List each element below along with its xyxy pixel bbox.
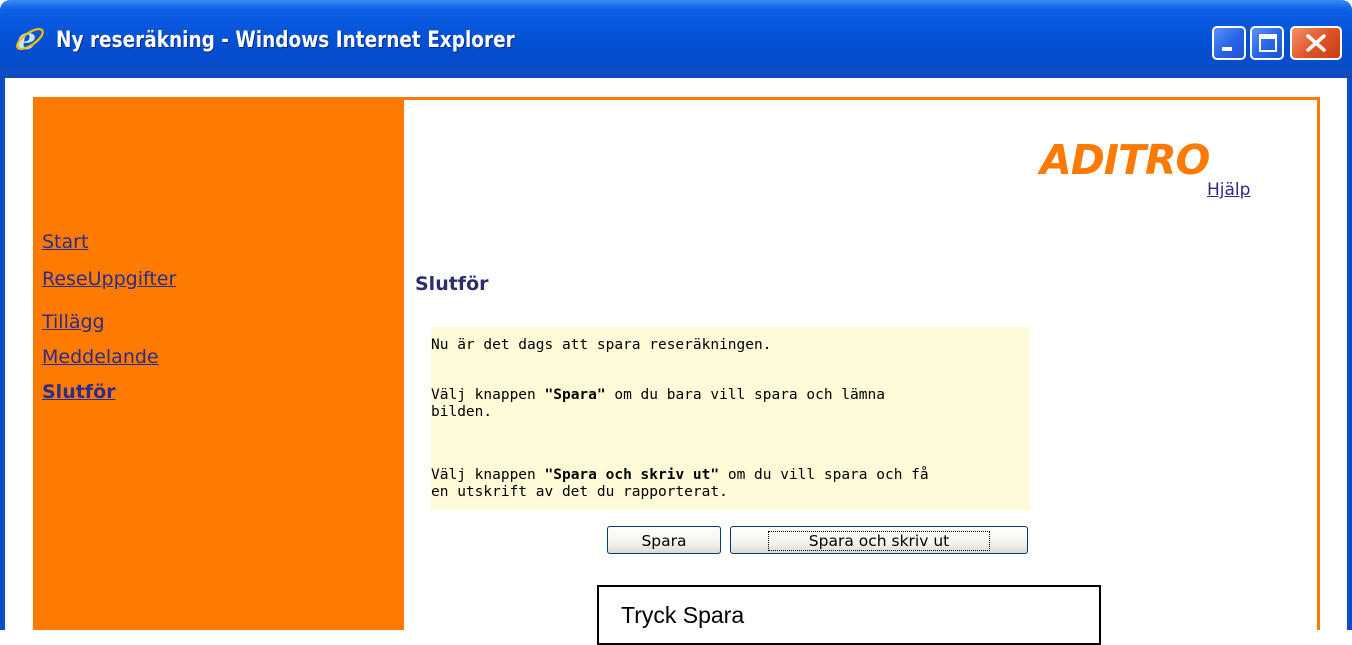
save-and-print-button[interactable]: Spara och skriv ut (730, 526, 1028, 554)
maximize-icon (1259, 34, 1277, 52)
info-paragraph-save-print: Välj knappen "Spara och skriv ut" om du … (431, 467, 929, 500)
window-title: Ny reseräkning - Windows Internet Explor… (56, 28, 515, 53)
page-title: Slutför (415, 273, 489, 295)
sidebar-item-slutfor[interactable]: Slutför (42, 381, 116, 403)
save-and-print-label: Spara och skriv ut (767, 531, 991, 551)
sidebar-item-meddelande[interactable]: Meddelande (42, 346, 159, 368)
minimize-button[interactable] (1212, 26, 1246, 60)
sidebar-item-tillagg[interactable]: Tillägg (42, 311, 105, 333)
help-link[interactable]: Hjälp (1207, 180, 1250, 200)
close-button[interactable] (1290, 26, 1342, 60)
aditro-logo: ADITRO (1040, 136, 1210, 184)
ie-icon: e (16, 22, 44, 54)
save-button[interactable]: Spara (607, 526, 721, 554)
sidebar-item-start[interactable]: Start (42, 231, 88, 253)
info-line-1: Nu är det dags att spara reseräkningen. (431, 337, 772, 353)
maximize-button[interactable] (1250, 26, 1284, 60)
sidebar-item-reseuppgifter[interactable]: ReseUppgifter (42, 268, 176, 290)
callout-text: Tryck Spara (621, 602, 745, 628)
info-paragraph-save: Välj knappen "Spara" om du bara vill spa… (431, 387, 885, 420)
minimize-icon (1222, 47, 1232, 51)
close-icon (1306, 34, 1326, 52)
window-titlebar: e Ny reseräkning - Windows Internet Expl… (0, 0, 1352, 78)
window-frame-right (1347, 78, 1352, 630)
window-frame-left (0, 78, 5, 630)
